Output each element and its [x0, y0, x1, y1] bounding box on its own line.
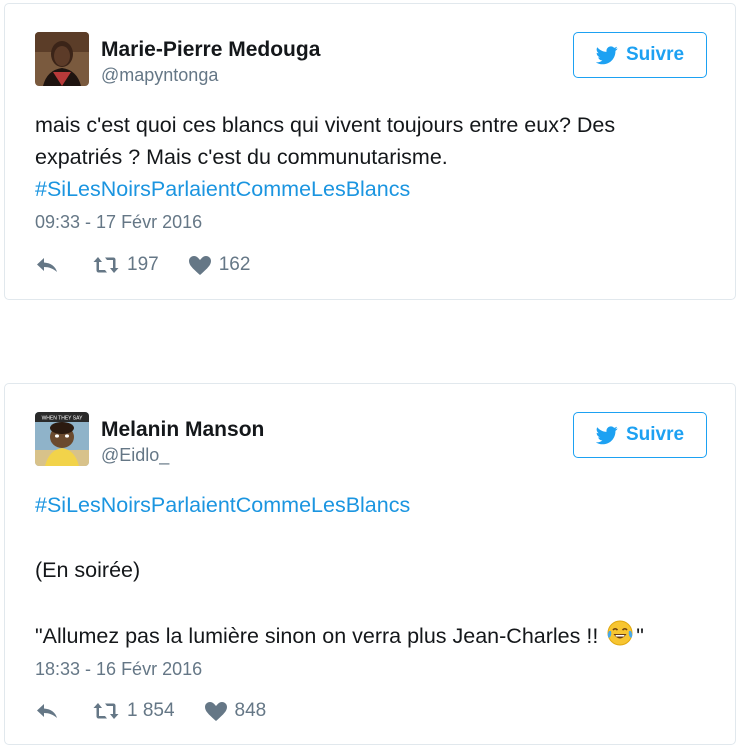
reply-icon	[37, 258, 57, 272]
reply-button[interactable]	[35, 702, 59, 720]
avatar[interactable]	[35, 32, 89, 86]
tweet-card: Marie-Pierre Medouga @mapyntonga Suivre …	[4, 3, 736, 300]
retweet-count: 1 854	[127, 700, 175, 721]
avatar-caption: WHEN THEY SAY	[42, 416, 84, 422]
author-handle[interactable]: @mapyntonga	[101, 65, 218, 86]
tweet-timestamp[interactable]: 09:33 - 17 Févr 2016	[35, 212, 202, 233]
tweet-text-line: "Allumez pas la lumière sinon on verra p…	[35, 619, 644, 652]
follow-button[interactable]: Suivre	[573, 32, 707, 78]
tweet-text-line: mais c'est quoi ces blancs qui vivent to…	[35, 113, 616, 137]
retweet-icon	[93, 703, 119, 719]
avatar[interactable]: WHEN THEY SAY	[35, 412, 89, 466]
tweet-actions: 1 854 848	[35, 700, 266, 722]
tweet-text-quote: "Allumez pas la lumière sinon on verra p…	[35, 624, 599, 648]
tweet-timestamp[interactable]: 18:33 - 16 Févr 2016	[35, 659, 202, 680]
author-handle[interactable]: @Eidlo_	[101, 445, 169, 466]
retweet-button[interactable]: 197	[93, 254, 159, 276]
tears-of-joy-emoji-icon	[607, 620, 633, 646]
like-count: 848	[234, 700, 267, 721]
hashtag-link[interactable]: #SiLesNoirsParlaientCommeLesBlancs	[35, 489, 410, 521]
hashtag-link[interactable]: #SiLesNoirsParlaientCommeLesBlancs	[35, 173, 410, 205]
author-name[interactable]: Melanin Manson	[101, 418, 264, 442]
tweet-text-line: (En soirée)	[35, 558, 141, 582]
like-button[interactable]: 848	[204, 700, 267, 722]
tweet-text-quote-end: "	[636, 624, 644, 648]
retweet-button[interactable]: 1 854	[93, 700, 175, 722]
author-name[interactable]: Marie-Pierre Medouga	[101, 38, 320, 62]
retweet-count: 197	[127, 254, 159, 275]
reply-icon	[37, 704, 57, 718]
twitter-bird-icon	[595, 425, 618, 444]
heart-icon	[188, 255, 211, 275]
follow-button[interactable]: Suivre	[573, 412, 707, 458]
like-button[interactable]: 162	[188, 254, 251, 276]
tweet-text-line: expatriés ? Mais c'est du communutarisme…	[35, 145, 448, 169]
tweet-card: WHEN THEY SAY Melanin Manson @Eidlo_ Sui…	[4, 383, 736, 745]
reply-button[interactable]	[35, 256, 59, 274]
like-count: 162	[218, 254, 251, 275]
follow-label: Suivre	[625, 44, 685, 65]
heart-icon	[204, 701, 227, 721]
follow-label: Suivre	[625, 424, 685, 445]
twitter-bird-icon	[595, 45, 618, 64]
tweet-actions: 197 162	[35, 254, 250, 276]
retweet-icon	[93, 257, 119, 273]
